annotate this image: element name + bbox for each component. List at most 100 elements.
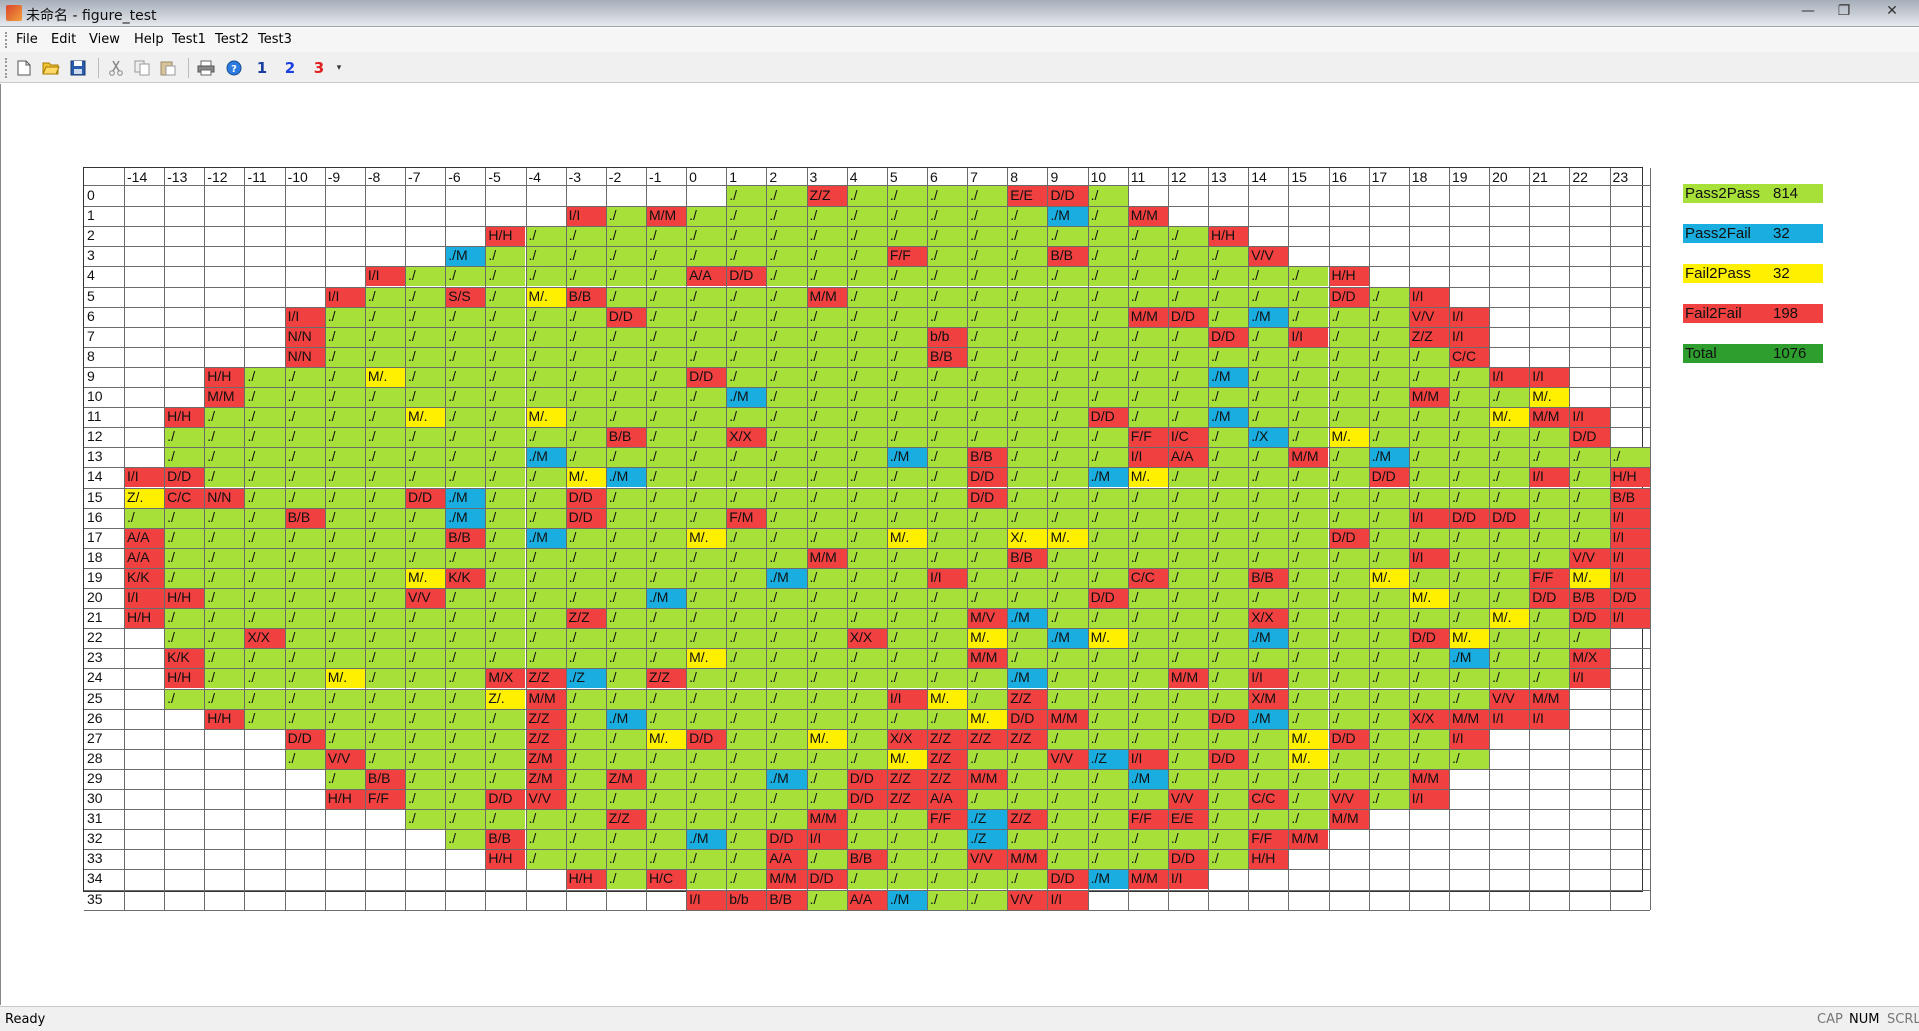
column-header: 20 xyxy=(1492,169,1508,185)
grid-cell: M/. xyxy=(525,286,566,307)
grid-cell: ./ xyxy=(967,688,1008,709)
column-header: -13 xyxy=(167,169,188,185)
grid-line xyxy=(1248,168,1250,910)
grid-cell: ./ xyxy=(1288,306,1329,327)
menu-test3[interactable]: Test3 xyxy=(258,32,292,47)
grid-cell: I/I xyxy=(686,889,727,910)
menu-edit[interactable]: Edit xyxy=(51,32,76,47)
grid-cell: Z/Z xyxy=(1007,688,1048,709)
grid-cell: ./ xyxy=(445,648,486,669)
grid-line xyxy=(686,168,688,910)
grid-cell: ./ xyxy=(686,809,727,830)
grid-cell: ./M xyxy=(1087,869,1128,890)
grid-cell: ./ xyxy=(525,487,566,508)
grid-cell: M/. xyxy=(1569,567,1610,588)
grid-cell: ./ xyxy=(364,708,406,729)
grid-cell: ./ xyxy=(1248,748,1289,769)
grid-cell: I/I xyxy=(1448,306,1490,327)
grid-cell: ./ xyxy=(686,608,727,629)
grid-cell: ./ xyxy=(806,849,847,870)
grid-cell: M/M xyxy=(1408,768,1449,789)
grid-cell: ./M xyxy=(645,588,687,609)
grid-cell: ./ xyxy=(565,648,606,669)
grid-cell: D/D xyxy=(565,487,606,508)
test3-icon[interactable]: 3 xyxy=(309,58,329,78)
grid-line xyxy=(84,246,1650,248)
client-area: -14 -13 -12 -11 -10 -9 -8 -7 -6 -5 -4 -3 -2 -1 0 1 2 3 4 5 6… xyxy=(0,84,1919,1005)
grid-cell: ./ xyxy=(1328,668,1369,689)
grid-cell: ./ xyxy=(1007,206,1048,227)
grid-cell: M/V xyxy=(967,608,1008,629)
grid-cell: ./ xyxy=(806,306,847,327)
grid-cell: ./ xyxy=(364,407,406,428)
menu-view[interactable]: View xyxy=(89,32,120,47)
grid-cell: ./ xyxy=(445,829,486,850)
grid-cell: ./M xyxy=(1208,407,1249,428)
grid-cell: ./ xyxy=(726,527,767,548)
grid-cell: ./ xyxy=(1127,266,1168,287)
grid-cell: H/H xyxy=(485,226,526,247)
minimize-button[interactable]: — xyxy=(1790,1,1826,23)
menu-help[interactable]: Help xyxy=(134,32,164,47)
menu-test2[interactable]: Test2 xyxy=(215,32,249,47)
grid-cell: H/C xyxy=(645,869,687,890)
row-header: 7 xyxy=(87,327,95,344)
legend-item: Fail2Fail 198 xyxy=(1683,304,1823,323)
grid-cell: ./ xyxy=(1047,849,1088,870)
grid-cell: ./ xyxy=(967,226,1008,247)
grid-cell: ./ xyxy=(766,809,807,830)
grid-cell: ./ xyxy=(525,809,566,830)
copy-icon[interactable] xyxy=(132,58,152,78)
grid-cell: ./ xyxy=(1007,407,1048,428)
grid-cell: ./ xyxy=(645,447,687,468)
test1-icon[interactable]: 1 xyxy=(252,58,272,78)
grid-cell: ./ xyxy=(244,688,285,709)
menu-file[interactable]: File xyxy=(16,32,38,47)
grid-cell: ./ xyxy=(1167,407,1209,428)
test2-icon[interactable]: 2 xyxy=(280,58,300,78)
grid-cell: ./ xyxy=(1288,346,1329,367)
about-icon[interactable]: ? xyxy=(224,58,244,78)
grid-cell: ./ xyxy=(284,427,325,448)
row-header: 3 xyxy=(87,247,95,264)
menu-test1[interactable]: Test1 xyxy=(172,32,206,47)
grid-cell: ./ xyxy=(1448,427,1490,448)
grid-cell: M/. xyxy=(967,708,1008,729)
grid-cell: ./ xyxy=(846,346,887,367)
close-button[interactable]: ✕ xyxy=(1870,1,1914,23)
grid-cell: I/I xyxy=(565,206,606,227)
grid-cell: ./M xyxy=(886,889,927,910)
grid-cell: ./ xyxy=(766,366,807,387)
grid-cell: D/D xyxy=(1489,507,1530,528)
grid-cell: N/N xyxy=(284,346,325,367)
grid-cell: A/A xyxy=(846,889,887,910)
grid-cell: ./ xyxy=(485,768,526,789)
print-icon[interactable] xyxy=(196,58,216,78)
grid-cell: ./ xyxy=(204,567,245,588)
grid-cell: ./ xyxy=(364,286,406,307)
grid-cell: ./ xyxy=(1208,246,1249,267)
toolbar-options-icon[interactable]: ▾ xyxy=(334,58,344,78)
grid-cell: ./ xyxy=(1007,487,1048,508)
row-header: 1 xyxy=(87,207,95,224)
grid-cell: ./ xyxy=(1007,447,1048,468)
grid-cell: ./ xyxy=(1569,527,1610,548)
grid-cell: ./ xyxy=(766,206,807,227)
grid-cell: ./ xyxy=(1087,366,1128,387)
grid-cell: ./ xyxy=(1087,567,1128,588)
open-icon[interactable] xyxy=(41,58,61,78)
grid-cell: ./ xyxy=(1087,266,1128,287)
save-icon[interactable] xyxy=(68,58,88,78)
grid-cell: ./ xyxy=(886,366,927,387)
cut-icon[interactable] xyxy=(106,58,126,78)
new-icon[interactable] xyxy=(14,58,34,78)
paste-icon[interactable] xyxy=(158,58,178,78)
grid-cell: V/V xyxy=(405,588,446,609)
grid-cell: ./ xyxy=(686,588,727,609)
grid-cell: ./ xyxy=(1408,748,1449,769)
maximize-button[interactable]: ❐ xyxy=(1826,1,1862,23)
grid-cell: M/. xyxy=(1489,608,1530,629)
grid-cell: ./ xyxy=(846,809,887,830)
grid-cell: ./ xyxy=(846,326,887,347)
grid-cell: Z/Z xyxy=(1007,809,1048,830)
